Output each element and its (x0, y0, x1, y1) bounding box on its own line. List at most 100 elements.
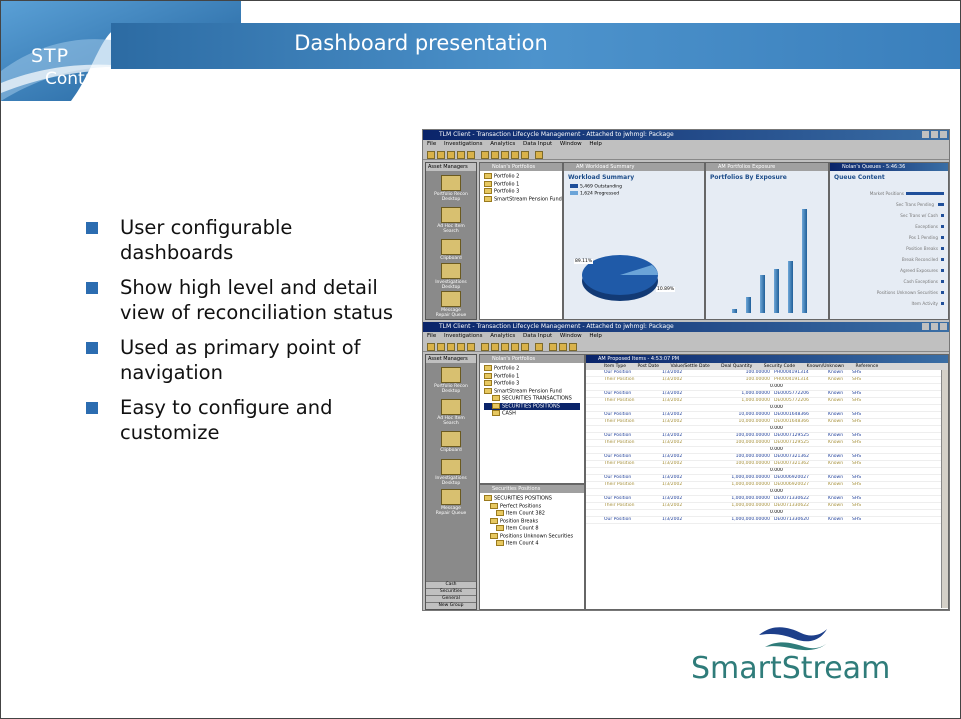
toolbar-icon[interactable] (535, 151, 543, 159)
nav-portfolio-recon[interactable]: Portfolio Recon Desktop (434, 367, 468, 395)
queue-label[interactable]: Break Reconciled (902, 257, 938, 262)
tree-item[interactable]: Portfolio 2 (484, 365, 580, 373)
toolbar-icon[interactable] (467, 343, 475, 351)
tree-item[interactable]: Perfect Positions (484, 502, 580, 511)
queue-label[interactable]: Cash Exceptions (904, 279, 938, 284)
tree-item[interactable]: SmartStream Pension Fund (484, 387, 580, 396)
column-header[interactable]: Post Date (637, 364, 659, 369)
queue-label[interactable]: Sec Trans w/ Cash (900, 213, 938, 218)
column-header[interactable]: Known/Unknown (807, 364, 845, 369)
table-row[interactable]: Our Position 1/3/2002 100,000.00000 DE00071… (586, 433, 948, 440)
nav-message-repair[interactable]: Message Repair Queue (434, 291, 468, 319)
toolbar-icon[interactable] (491, 343, 499, 351)
queue-label[interactable]: Positions Unknown Securities (877, 290, 938, 295)
nav-ad-hoc-search[interactable]: Ad Hoc Item Search (434, 399, 468, 427)
tree-item[interactable]: Portfolio 1 (484, 372, 580, 381)
table-row[interactable]: Our Position 1/3/2002 1,000,000.00000 DE007… (586, 517, 948, 524)
toolbar-icon[interactable] (549, 343, 557, 351)
nav-group-cash[interactable]: Cash (426, 581, 476, 588)
tree-item[interactable]: Portfolio 1 (484, 180, 558, 189)
toolbar-icon[interactable] (437, 343, 445, 351)
tree-item[interactable]: Item Count 4 (484, 540, 580, 548)
column-header[interactable]: Reference (856, 364, 879, 369)
table-row[interactable]: Their Position 1/3/2002 100,000.00000 DE000… (586, 440, 948, 447)
tree-item[interactable]: SECURITIES POSITIONS (484, 495, 580, 503)
table-row[interactable]: Their Position 1/3/2002 1,000,000.00000 DE0… (586, 482, 948, 489)
menu-data-input[interactable]: Data Input (523, 141, 552, 147)
nav-message-repair[interactable]: Message Repair Queue (434, 489, 468, 517)
menu-analytics[interactable]: Analytics (490, 333, 515, 339)
nav-group-general[interactable]: General (426, 595, 476, 602)
menu-help[interactable]: Help (589, 141, 602, 147)
table-row[interactable]: Our Position 1/3/2002 10,000.00000 DE000164… (586, 412, 948, 419)
tree-item[interactable]: CASH (484, 410, 580, 418)
grid-scrollbar[interactable] (941, 370, 948, 608)
maximize-icon[interactable] (931, 131, 938, 138)
table-row[interactable]: Their Position 1/3/2002 100,000.00000 DE000… (586, 461, 948, 468)
table-row[interactable]: Our Position 1/3/2002 100,000.00000 DE00073… (586, 454, 948, 461)
table-row[interactable]: Our Position 1/3/2002 100.00000 PH000419131… (586, 370, 948, 377)
toolbar-icon[interactable] (511, 151, 519, 159)
tree-item[interactable]: Item Count 8 (484, 525, 580, 533)
toolbar-icon[interactable] (447, 343, 455, 351)
close-icon[interactable] (940, 323, 947, 330)
toolbar-icon[interactable] (457, 343, 465, 351)
table-row[interactable]: Their Position 1/3/2002 10,000.00000 DE0001… (586, 419, 948, 426)
column-header[interactable]: Item Type (604, 364, 626, 369)
menu-investigations[interactable]: Investigations (444, 141, 483, 147)
nav-group-new[interactable]: New Group (426, 602, 476, 609)
tree-item[interactable]: Portfolio 2 (484, 173, 558, 181)
nav-portfolio-recon[interactable]: Portfolio Recon Desktop (434, 175, 468, 203)
queue-label[interactable]: Sec Trans Pending (896, 202, 934, 207)
toolbar-icon[interactable] (467, 151, 475, 159)
tree-item[interactable]: Position Breaks (484, 517, 580, 526)
table-row[interactable]: Their Position 1/3/2002 1,000.00000 DE00057… (586, 398, 948, 405)
menu-window[interactable]: Window (560, 141, 582, 147)
column-header[interactable]: Security Code (764, 364, 795, 369)
table-row[interactable]: Our Position 1/3/2002 1,000,000.00000 DE007… (586, 496, 948, 503)
queue-label[interactable]: Pos 1 Pending (909, 235, 938, 240)
toolbar-icon[interactable] (521, 343, 529, 351)
toolbar-icon[interactable] (521, 151, 529, 159)
tree-item[interactable]: Item Count 382 (484, 510, 580, 518)
minimize-icon[interactable] (922, 131, 929, 138)
nav-group-securities[interactable]: Securities (426, 588, 476, 595)
maximize-icon[interactable] (931, 323, 938, 330)
menu-help[interactable]: Help (589, 333, 602, 339)
queue-label[interactable]: Exceptions (915, 224, 938, 229)
table-row[interactable]: Our Position 1/3/2002 1,000.00000 DE0005772… (586, 391, 948, 398)
tree-item[interactable]: SECURITIES TRANSACTIONS (484, 395, 580, 403)
toolbar-icon[interactable] (501, 343, 509, 351)
tree-item[interactable]: SmartStream Pension Fund (484, 195, 562, 204)
tree-item[interactable]: Positions Unknown Securities (484, 532, 580, 541)
menu-data-input[interactable]: Data Input (523, 333, 552, 339)
nav-ad-hoc-search[interactable]: Ad Hoc Item Search (434, 207, 468, 235)
toolbar-icon[interactable] (481, 343, 489, 351)
toolbar-icon[interactable] (437, 151, 445, 159)
menu-window[interactable]: Window (560, 333, 582, 339)
nav-clipboard[interactable]: Clipboard (434, 431, 468, 459)
toolbar-icon[interactable] (427, 151, 435, 159)
table-row[interactable]: Their Position 1/3/2002 1,000,000.00000 DE0… (586, 503, 948, 510)
toolbar-icon[interactable] (535, 343, 543, 351)
menu-investigations[interactable]: Investigations (444, 333, 483, 339)
tree-item-selected[interactable]: SECURITIES POSITIONS (484, 402, 580, 410)
queue-label[interactable]: Item Activity (911, 301, 938, 306)
toolbar-icon[interactable] (447, 151, 455, 159)
menu-file[interactable]: File (427, 333, 436, 339)
toolbar-icon[interactable] (427, 343, 435, 351)
menu-file[interactable]: File (427, 141, 436, 147)
column-header[interactable]: Deal Quantity (721, 364, 752, 369)
nav-investigations[interactable]: Investigations Desktop (434, 263, 468, 291)
table-row[interactable]: Their Position 1/3/2002 100.00000 PH0004191… (586, 377, 948, 384)
toolbar-icon[interactable] (457, 151, 465, 159)
toolbar-icon[interactable] (481, 151, 489, 159)
toolbar-icon[interactable] (511, 343, 519, 351)
nav-investigations[interactable]: Investigations Desktop (434, 459, 468, 487)
close-icon[interactable] (940, 131, 947, 138)
toolbar-icon[interactable] (501, 151, 509, 159)
tree-item[interactable]: Portfolio 3 (484, 188, 558, 196)
queue-label[interactable]: Market Positions (870, 191, 904, 196)
tree-item[interactable]: Portfolio 3 (484, 380, 580, 388)
column-header[interactable]: Value/Settle Date (671, 364, 710, 369)
